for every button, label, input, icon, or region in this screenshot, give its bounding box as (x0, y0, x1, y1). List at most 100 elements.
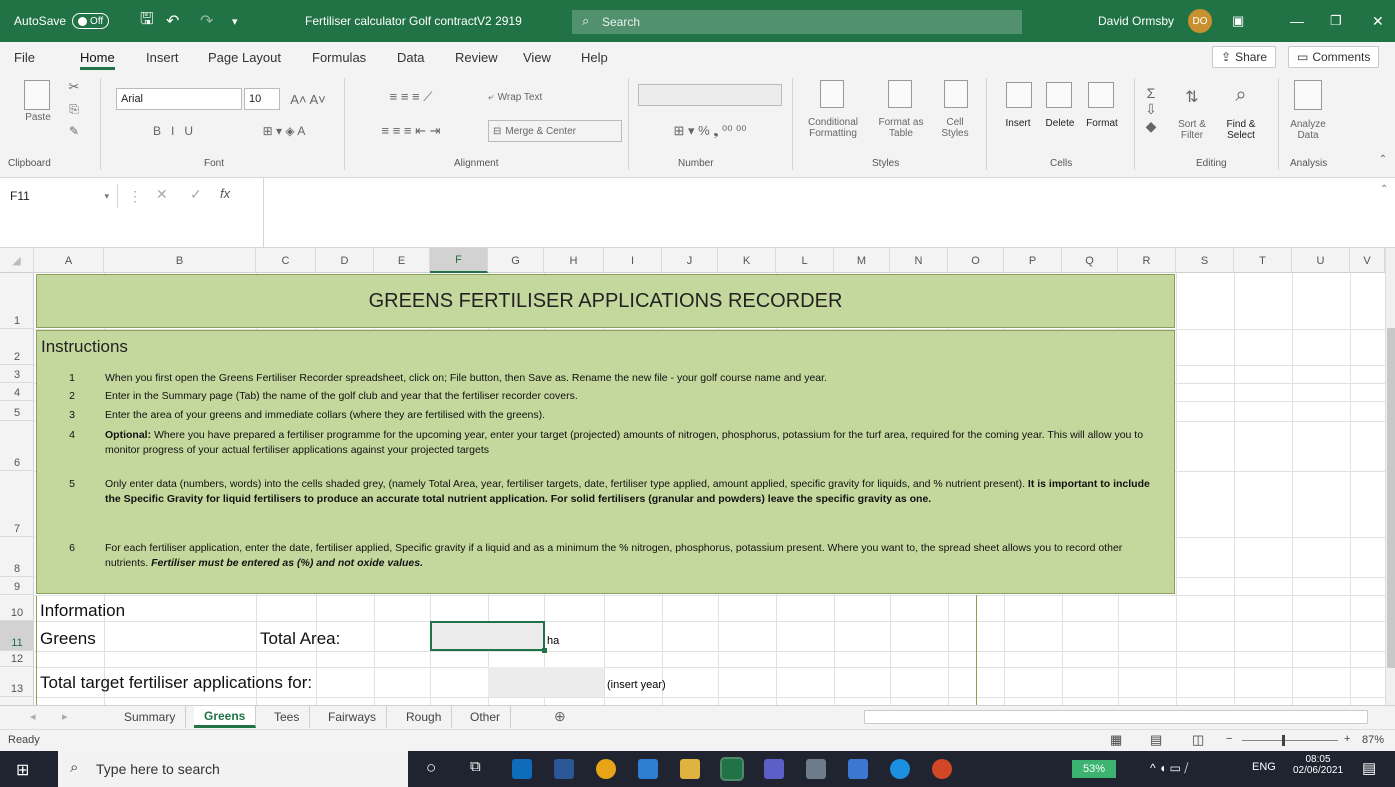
minimize-icon[interactable]: — (1290, 0, 1304, 42)
row-header[interactable]: 9 (0, 577, 34, 595)
analyze-data-button[interactable]: Analyze Data (1286, 116, 1330, 144)
customize-icon[interactable]: ▾ (232, 0, 238, 42)
zoom-slider-thumb[interactable] (1282, 735, 1285, 746)
column-header[interactable]: G (488, 248, 544, 273)
avatar[interactable]: DO (1188, 9, 1212, 33)
share-button[interactable]: ⇪ Share (1212, 46, 1277, 68)
column-header[interactable]: A (34, 248, 104, 273)
restore-icon[interactable]: ❐ (1330, 0, 1342, 42)
zoom-level[interactable]: 87% (1362, 734, 1384, 746)
tab-help[interactable]: Help (581, 50, 608, 65)
paste-button[interactable]: Paste (18, 112, 58, 123)
format-as-table-button[interactable]: Format as Table (872, 112, 930, 144)
column-header[interactable]: H (544, 248, 604, 273)
font-grow-icon[interactable]: A˄ A˅ (290, 88, 326, 110)
row-header[interactable]: 13 (0, 667, 34, 697)
name-box[interactable]: F11 ▾ (6, 184, 118, 208)
format-as-table-icon[interactable] (888, 80, 912, 108)
enter-icon[interactable]: ✓ (190, 186, 202, 203)
wrap-text-button[interactable]: ⤶ Wrap Text (488, 86, 588, 108)
tab-home[interactable]: Home (80, 50, 115, 70)
fill-handle[interactable] (542, 648, 547, 653)
font-name-select[interactable]: Arial (116, 88, 242, 110)
column-header[interactable]: S (1176, 248, 1234, 273)
column-header[interactable]: M (834, 248, 890, 273)
sheet-tab-greens[interactable]: Greens (194, 706, 257, 728)
column-header[interactable]: L (776, 248, 834, 273)
tab-insert[interactable]: Insert (146, 50, 179, 65)
clock[interactable]: 08:05 02/06/2021 (1290, 754, 1346, 776)
insert-function-button[interactable]: fx (220, 186, 230, 201)
analyze-data-icon[interactable] (1294, 80, 1322, 110)
row-header[interactable]: 1 (0, 273, 34, 329)
sheet-tab-other[interactable]: Other (460, 706, 512, 728)
next-sheet-icon[interactable]: ▸ (62, 710, 68, 723)
close-icon[interactable]: ✕ (1372, 0, 1384, 42)
scroll-thumb[interactable] (1387, 328, 1395, 668)
page-layout-view-icon[interactable]: ▤ (1150, 732, 1162, 748)
sheet-tab-fairways[interactable]: Fairways (318, 706, 388, 728)
save-icon[interactable]: 🖫 (140, 0, 154, 42)
redo-icon[interactable]: ↷ (200, 0, 213, 42)
sheet-tab-summary[interactable]: Summary (114, 706, 187, 728)
column-header[interactable]: D (316, 248, 374, 273)
chrome-icon[interactable] (596, 759, 616, 779)
number-format-select[interactable] (638, 84, 782, 106)
delete-cells-icon[interactable] (1046, 82, 1072, 108)
column-header[interactable]: P (1004, 248, 1062, 273)
conditional-formatting-button[interactable]: Conditional Formatting (800, 112, 866, 144)
insert-cells-icon[interactable] (1006, 82, 1032, 108)
undo-icon[interactable]: ↶ (166, 0, 179, 42)
normal-view-icon[interactable]: ▦ (1110, 732, 1122, 748)
search-box[interactable]: ⌕ Search (572, 10, 1022, 34)
merge-center-button[interactable]: ⊟ Merge & Center (488, 120, 622, 142)
file-explorer-icon[interactable] (680, 759, 700, 779)
align-horizontal-icons[interactable]: ≡ ≡ ≡ ⇤ ⇥ (356, 120, 466, 142)
tab-formulas[interactable]: Formulas (312, 50, 366, 65)
bold-italic-underline-icons[interactable]: BIU (118, 120, 238, 142)
zoom-in-icon[interactable]: + (1344, 733, 1350, 745)
tab-data[interactable]: Data (397, 50, 424, 65)
year-input[interactable] (488, 667, 604, 697)
font-size-select[interactable]: 10 (244, 88, 280, 110)
app-icon[interactable] (806, 759, 826, 779)
zoom-out-icon[interactable]: − (1226, 733, 1232, 745)
column-header[interactable]: J (662, 248, 718, 273)
paste-icon[interactable] (24, 80, 50, 110)
insert-cells-button[interactable]: Insert (996, 118, 1040, 129)
select-all-corner[interactable]: ◢ (0, 248, 34, 273)
column-header[interactable]: O (948, 248, 1004, 273)
cut-icon[interactable]: ✂ (64, 78, 84, 96)
column-header-selected[interactable]: F (430, 248, 488, 273)
cortana-icon[interactable]: ○ (426, 758, 436, 778)
column-header[interactable]: C (256, 248, 316, 273)
copy-icon[interactable]: ⎘ (64, 100, 84, 118)
row-header[interactable]: 2 (0, 329, 34, 365)
teams-icon[interactable] (764, 759, 784, 779)
find-icon[interactable]: ⌕ (1226, 80, 1256, 110)
row-header[interactable]: 6 (0, 421, 34, 471)
add-sheet-icon[interactable]: ⊕ (554, 708, 566, 725)
column-header[interactable]: E (374, 248, 430, 273)
user-name[interactable]: David Ormsby (1098, 0, 1174, 42)
tab-page-layout[interactable]: Page Layout (208, 50, 281, 65)
delete-cells-button[interactable]: Delete (1040, 118, 1080, 129)
column-header[interactable]: U (1292, 248, 1350, 273)
column-header[interactable]: T (1234, 248, 1292, 273)
column-header[interactable]: R (1118, 248, 1176, 273)
cell-styles-button[interactable]: Cell Styles (932, 112, 978, 144)
cancel-icon[interactable]: ✕ (156, 186, 168, 203)
number-format-icons[interactable]: ⊞ ▾ % ❟ ⁰⁰ ⁰⁰ (640, 120, 780, 142)
row-header[interactable]: 10 (0, 595, 34, 621)
find-select-button[interactable]: Find & Select (1220, 116, 1262, 144)
system-tray-icons[interactable]: ^ ◖ ▭ ⧸ (1150, 761, 1188, 776)
taskbar-search[interactable]: ⌕ Type here to search (58, 751, 408, 787)
sheet-tab-tees[interactable]: Tees (264, 706, 311, 728)
sheet-tab-rough[interactable]: Rough (396, 706, 453, 728)
zoom-slider[interactable] (1242, 740, 1338, 741)
file-name[interactable]: Fertiliser calculator Golf contractV2 29… (305, 0, 522, 42)
app-icon[interactable] (848, 759, 868, 779)
expand-formula-icon[interactable]: ⌃ (1380, 184, 1388, 195)
horizontal-scrollbar[interactable] (864, 710, 1368, 724)
row-header[interactable]: 3 (0, 365, 34, 383)
